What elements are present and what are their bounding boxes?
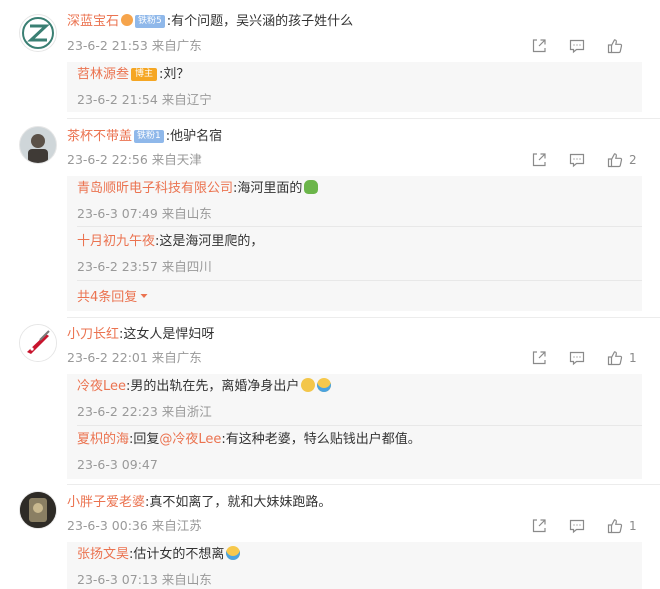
divider [67,317,660,318]
reply-separator [77,226,642,227]
like-button[interactable]: 1 [607,517,645,535]
comment-icon [569,152,585,168]
laugh-emoji [226,546,241,560]
reply-username[interactable]: 青岛顺昕电子科技有限公司 [77,181,233,196]
comment-text: :这女人是悍妇呀 [119,327,215,342]
share-button[interactable] [531,37,569,55]
reply-button[interactable] [569,349,607,367]
comment-icon [569,38,585,54]
comment-icon [569,518,585,534]
divider [67,118,660,119]
reply-text: :估计女的不想离 [129,547,225,562]
avatar-photo-icon [20,492,56,528]
share-button[interactable] [531,151,569,169]
comment-meta: 23-6-2 22:01 来自广东 [67,350,202,365]
username[interactable]: 茶杯不带盖 [67,129,132,144]
reply-username[interactable]: 冷夜Lee [77,379,126,394]
avatar[interactable] [19,14,57,52]
share-icon [531,152,547,168]
like-count: 1 [629,519,637,533]
share-button[interactable] [531,517,569,535]
share-button[interactable] [531,349,569,367]
comment-text: :有个问题，吴兴涵的孩子姓什么 [166,14,354,29]
avatar[interactable] [19,126,57,164]
avatar-z-logo-icon [22,17,54,49]
avatar[interactable] [19,324,57,362]
fan-badge[interactable]: 铁粉5 [135,15,165,28]
username[interactable]: 小刀长红 [67,327,119,342]
like-icon [607,152,623,168]
cat-emoji [301,378,316,392]
share-icon [531,518,547,534]
comment-meta: 23-6-2 21:53 来自广东 [67,38,202,53]
reply-box: 冷夜Lee:男的出轨在先，离婚净身出户 23-6-2 22:23 来自浙江 夏枳… [67,374,642,479]
reply-text: :刘？ [159,67,190,82]
reply-text: :这是海河里爬的， [155,234,264,249]
avatar-knife-icon [20,325,56,361]
turtle-emoji [304,180,319,194]
divider [67,484,660,485]
comment-meta: 23-6-2 22:56 来自天津 [67,152,202,167]
arrow-down-icon [140,294,148,298]
reply-text: :有这种老婆，特么贴钱出户都值。 [221,432,421,447]
reply-meta: 23-6-3 09:47 [77,457,158,472]
share-icon [531,350,547,366]
reply-box: 青岛顺昕电子科技有限公司:海河里面的 23-6-3 07:49 来自山东 十月初… [67,176,642,311]
mention-link[interactable]: @冷夜Lee [159,432,221,447]
reply-meta: 23-6-2 22:23 来自浙江 [77,404,212,419]
like-button[interactable]: 2 [607,151,645,169]
avatar[interactable] [19,491,57,529]
comment-text: :真不如离了，就和大妹妹跑路。 [145,495,332,510]
share-icon [531,38,547,54]
reply-separator [77,425,642,426]
comment-icon [569,350,585,366]
like-icon [607,38,623,54]
reply-prefix: :回复 [129,432,160,447]
username[interactable]: 小胖子爱老婆 [67,495,145,510]
reply-meta: 23-6-2 21:54 来自辽宁 [77,92,212,107]
like-icon [607,518,623,534]
reply-button[interactable] [569,517,607,535]
reply-text: :海河里面的 [233,181,303,196]
medal-icon [121,14,134,26]
reply-box: 张扬文昊:估计女的不想离 23-6-3 07:13 来自山东 [67,542,642,589]
username[interactable]: 深蓝宝石 [67,14,119,29]
reply-username[interactable]: 十月初九午夜 [77,234,155,249]
like-count: 2 [629,153,637,167]
like-button[interactable]: 1 [607,349,645,367]
reply-username[interactable]: 夏枳的海 [77,432,129,447]
fan-badge[interactable]: 铁粉1 [134,130,164,143]
avatar-photo-icon [20,127,56,163]
reply-meta: 23-6-3 07:49 来自山东 [77,206,212,221]
comment-meta: 23-6-3 00:36 来自江苏 [67,518,202,533]
reply-box: 苕林源叁 博主:刘？ 23-6-2 21:54 来自辽宁 [67,62,642,112]
reply-meta: 23-6-3 07:13 来自山东 [77,572,212,587]
laugh-emoji [317,378,332,392]
reply-meta: 23-6-2 23:57 来自四川 [77,259,212,274]
reply-button[interactable] [569,151,607,169]
like-icon [607,350,623,366]
comment-text: :他驴名宿 [165,129,223,144]
reply-username[interactable]: 苕林源叁 [77,67,129,82]
more-replies-label: 共4条回复 [77,290,138,305]
reply-button[interactable] [569,37,607,55]
reply-separator [77,280,642,281]
reply-text: :男的出轨在先，离婚净身出户 [126,379,300,394]
like-button[interactable] [607,37,645,55]
like-count: 1 [629,351,637,365]
reply-username[interactable]: 张扬文昊 [77,547,129,562]
host-badge: 博主 [131,68,158,81]
more-replies-link[interactable]: 共4条回复 [77,289,149,307]
